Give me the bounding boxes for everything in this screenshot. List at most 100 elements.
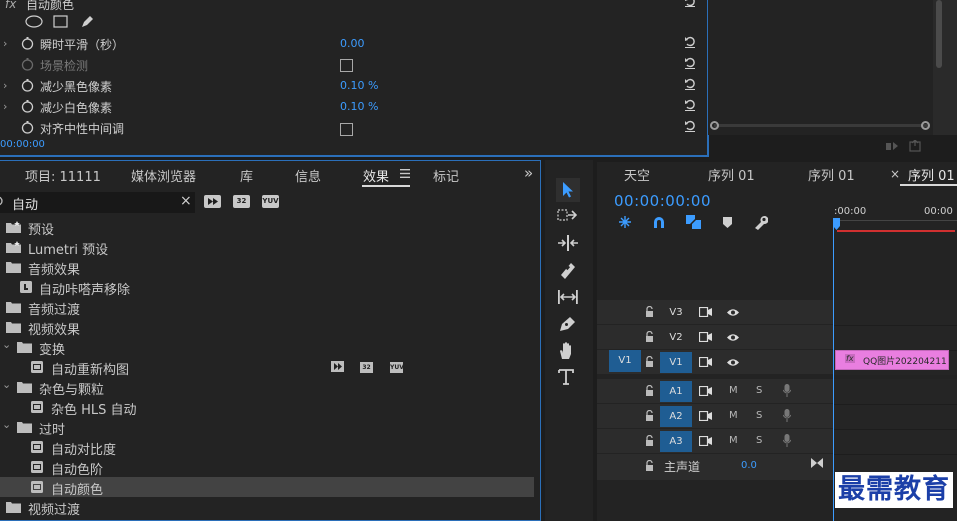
- tree-item-auto-color[interactable]: 自动颜色: [0, 477, 534, 498]
- stopwatch-icon[interactable]: [21, 37, 34, 50]
- ripple-edit-tool-icon[interactable]: [557, 235, 579, 251]
- scene-detect-checkbox[interactable]: [340, 59, 353, 72]
- tab-project[interactable]: 项目: 11111: [25, 166, 101, 185]
- rectangle-mask-icon[interactable]: [53, 15, 68, 28]
- track-name[interactable]: V1: [660, 352, 692, 373]
- tree-item-video-transitions[interactable]: 视频过渡: [0, 497, 534, 518]
- eye-icon[interactable]: [726, 358, 740, 367]
- param-value[interactable]: 0.10 %: [340, 100, 378, 113]
- track-header-a2[interactable]: A2 M S: [597, 404, 833, 429]
- tree-item-declicker[interactable]: 自动咔嗒声移除: [0, 277, 534, 298]
- track-name[interactable]: A2: [660, 406, 692, 427]
- playhead-icon[interactable]: [833, 218, 840, 230]
- tree-item-audio-transitions[interactable]: 音频过渡: [0, 297, 534, 318]
- lock-icon[interactable]: [645, 460, 654, 471]
- source-patch-v1[interactable]: V1: [609, 350, 641, 372]
- eye-icon[interactable]: [726, 333, 740, 342]
- camera-icon[interactable]: [699, 357, 712, 367]
- microphone-icon[interactable]: [783, 434, 791, 447]
- lock-icon[interactable]: [645, 435, 654, 446]
- track-name[interactable]: A3: [660, 431, 692, 452]
- expand-icon[interactable]: ›: [3, 79, 7, 92]
- eye-icon[interactable]: [726, 308, 740, 317]
- microphone-icon[interactable]: [783, 409, 791, 422]
- solo-button[interactable]: S: [756, 385, 762, 396]
- tab-libraries[interactable]: 库: [240, 166, 253, 185]
- tree-item-noise-hls-auto[interactable]: 杂色 HLS 自动: [0, 397, 534, 418]
- slip-tool-icon[interactable]: [557, 289, 579, 305]
- solo-button[interactable]: S: [756, 435, 762, 446]
- track-header-master[interactable]: 主声道 0.0: [597, 454, 833, 479]
- pen-tool-icon[interactable]: [557, 315, 577, 333]
- pen-mask-icon[interactable]: [80, 14, 95, 29]
- tree-item-video-effects[interactable]: 视频效果: [0, 317, 534, 338]
- tab-sky[interactable]: 天空: [624, 165, 650, 184]
- timeline-timecode[interactable]: 00:00:00:00: [614, 192, 711, 210]
- microphone-icon[interactable]: [783, 384, 791, 397]
- nest-toggle-icon[interactable]: [618, 215, 632, 229]
- time-ruler[interactable]: :00:00 00:00: [833, 192, 957, 234]
- expand-icon[interactable]: ›: [3, 37, 7, 50]
- tab-sequence-01-a[interactable]: 序列 01: [708, 165, 755, 184]
- tree-item-auto-contrast[interactable]: 自动对比度: [0, 437, 534, 458]
- tab-markers[interactable]: 标记: [433, 166, 459, 185]
- linked-selection-icon[interactable]: [686, 215, 701, 229]
- effects-search-input[interactable]: 自动 ×: [0, 192, 195, 213]
- zoom-scrollbar[interactable]: [714, 124, 928, 127]
- zoom-handle-right[interactable]: [921, 121, 930, 130]
- track-header-v2[interactable]: V2: [597, 325, 833, 350]
- tree-item-audio-effects[interactable]: 音频效果: [0, 257, 534, 278]
- param-value[interactable]: 0.10 %: [340, 79, 378, 92]
- scrollbar-thumb[interactable]: [936, 0, 942, 68]
- selection-tool-icon[interactable]: [562, 181, 574, 198]
- param-value[interactable]: 0.00: [340, 37, 365, 50]
- add-marker-icon[interactable]: [723, 217, 732, 228]
- close-tab-icon[interactable]: ×: [890, 167, 900, 181]
- lock-icon[interactable]: [645, 356, 654, 367]
- sync-lock-icon[interactable]: [699, 411, 712, 421]
- camera-icon[interactable]: [699, 307, 712, 317]
- hand-tool-icon[interactable]: [557, 341, 577, 361]
- tree-item-auto-reframe[interactable]: 自动重新构图 32 YUV: [0, 357, 534, 378]
- camera-icon[interactable]: [699, 332, 712, 342]
- tree-item-transform[interactable]: ⌄ 变换: [0, 337, 534, 358]
- tab-menu-icon[interactable]: [400, 169, 410, 178]
- lock-icon[interactable]: [645, 306, 654, 317]
- track-content-area[interactable]: [833, 300, 957, 480]
- master-volume-value[interactable]: 0.0: [741, 460, 757, 471]
- mute-button[interactable]: M: [729, 385, 738, 396]
- sync-lock-icon[interactable]: [699, 436, 712, 446]
- lock-icon[interactable]: [645, 410, 654, 421]
- wrench-icon[interactable]: [753, 215, 768, 230]
- reset-icon[interactable]: [684, 119, 696, 133]
- track-name[interactable]: V2: [660, 327, 692, 348]
- 32bit-filter-icon[interactable]: 32: [233, 195, 250, 208]
- snap-icon[interactable]: [652, 216, 666, 229]
- zoom-handle-left[interactable]: [710, 121, 719, 130]
- clear-search-icon[interactable]: ×: [180, 193, 192, 209]
- accelerated-effects-filter-icon[interactable]: [204, 195, 221, 208]
- tree-item-lumetri-presets[interactable]: Lumetri 预设: [0, 237, 534, 258]
- solo-button[interactable]: S: [756, 410, 762, 421]
- tab-info[interactable]: 信息: [295, 166, 321, 185]
- track-name[interactable]: A1: [660, 381, 692, 402]
- vertical-scrollbar[interactable]: [933, 0, 957, 135]
- stopwatch-icon[interactable]: [21, 121, 34, 134]
- tree-item-presets[interactable]: 预设: [0, 217, 534, 238]
- effect-controls-timecode[interactable]: 00:00:00: [0, 139, 45, 150]
- tab-sequence-01-b[interactable]: 序列 01: [808, 165, 855, 184]
- reset-icon[interactable]: [684, 56, 696, 70]
- tab-media-browser[interactable]: 媒体浏览器: [131, 166, 196, 185]
- lock-icon[interactable]: [645, 385, 654, 396]
- track-name[interactable]: V3: [660, 302, 692, 323]
- ellipse-mask-icon[interactable]: [25, 15, 43, 28]
- work-area-bar[interactable]: [837, 230, 955, 232]
- mute-button[interactable]: M: [729, 410, 738, 421]
- snap-neutral-checkbox[interactable]: [340, 123, 353, 136]
- chevron-down-icon[interactable]: ⌄: [2, 418, 11, 431]
- go-to-end-icon[interactable]: [811, 458, 823, 468]
- chevron-down-icon[interactable]: ⌄: [2, 338, 11, 351]
- chevron-down-icon[interactable]: ⌄: [2, 378, 11, 391]
- tree-item-auto-levels[interactable]: 自动色阶: [0, 457, 534, 478]
- reset-icon[interactable]: [684, 0, 696, 7]
